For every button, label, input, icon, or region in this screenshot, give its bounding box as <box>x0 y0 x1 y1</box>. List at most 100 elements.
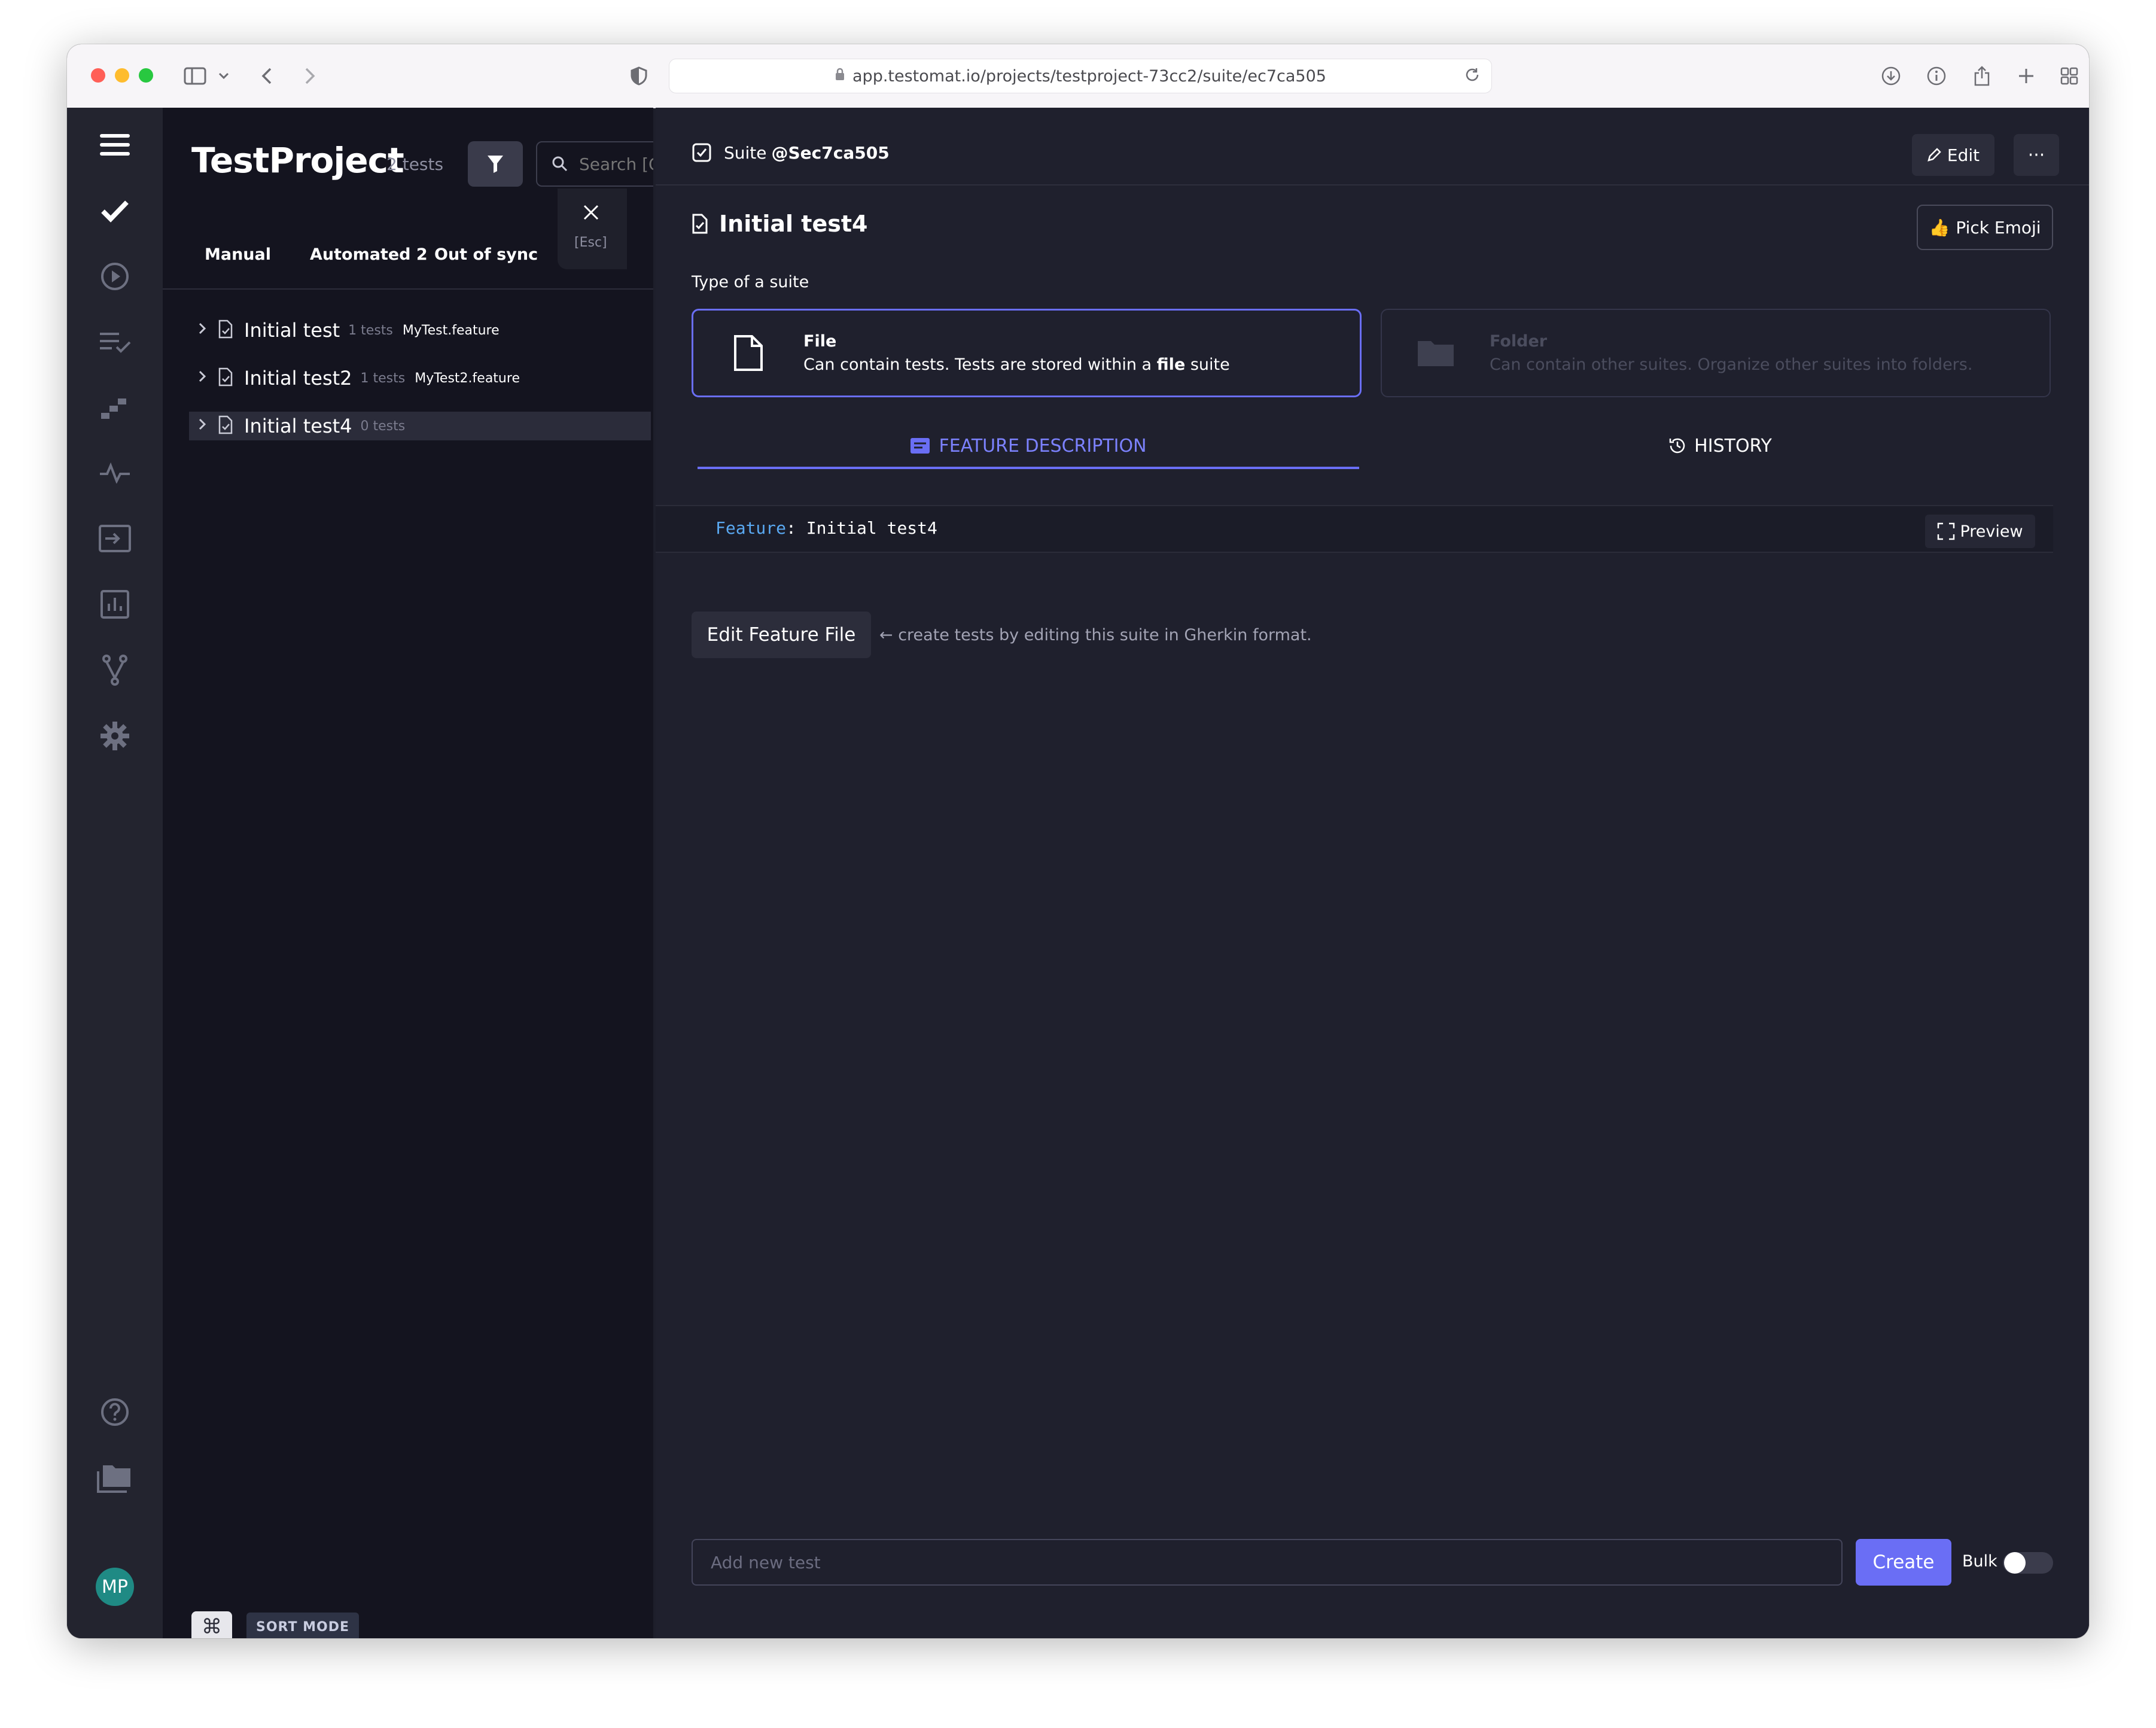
checkbox-icon <box>692 143 711 162</box>
suite-prefix: Suite <box>724 142 767 163</box>
suite-type-file-option[interactable]: File Can contain tests. Tests are stored… <box>692 309 1362 397</box>
edit-label: Edit <box>1947 145 1980 165</box>
tab-history-label: HISTORY <box>1694 435 1772 457</box>
menu-icon[interactable] <box>91 121 139 169</box>
suite-item-initial-test[interactable]: Initial test 1 tests MyTest.feature <box>191 316 500 345</box>
file-check-icon <box>218 320 233 341</box>
share-icon[interactable] <box>1968 62 1996 90</box>
file-check-icon <box>692 214 708 234</box>
suite-item-initial-test4[interactable]: Initial test4 0 tests <box>189 412 651 440</box>
history-icon <box>1669 438 1685 454</box>
project-test-count: 2 tests <box>386 154 444 174</box>
suite-type-label: Type of a suite <box>692 273 809 291</box>
edit-feature-file-button[interactable]: Edit Feature File <box>692 612 871 658</box>
suite-type-folder-option[interactable]: Folder Can contain other suites. Organiz… <box>1381 309 2051 397</box>
tab-out-of-sync[interactable]: Out of sync <box>434 245 538 264</box>
edit-feature-hint: ← create tests by editing this suite in … <box>879 626 1312 644</box>
create-button[interactable]: Create <box>1856 1539 1951 1586</box>
pick-emoji-label: Pick Emoji <box>1956 217 2041 238</box>
tab-manual[interactable]: Manual <box>205 245 271 264</box>
new-tab-icon[interactable] <box>2012 62 2040 90</box>
expand-icon <box>1938 522 1955 540</box>
tab-overview-icon[interactable] <box>2055 62 2083 90</box>
header-divider <box>656 184 2089 185</box>
pencil-icon <box>1927 148 1941 162</box>
browser-toolbar: app.testomat.io/projects/testproject-73c… <box>67 44 2089 108</box>
file-option-title: File <box>803 332 837 351</box>
minimize-window-button[interactable] <box>115 68 129 83</box>
tab-history[interactable]: HISTORY <box>1389 425 2051 467</box>
suite-file: MyTest2.feature <box>415 370 520 386</box>
help-icon[interactable] <box>91 1388 139 1436</box>
tab-feature-description[interactable]: FEATURE DESCRIPTION <box>698 425 1359 469</box>
suite-title-text: Initial test4 <box>719 211 868 237</box>
suite-item-initial-test2[interactable]: Initial test2 1 tests MyTest2.feature <box>191 364 520 393</box>
sort-mode-badge[interactable]: SORT MODE <box>246 1612 360 1638</box>
suite-file: MyTest.feature <box>402 323 500 338</box>
file-icon <box>693 334 803 372</box>
pulse-icon[interactable] <box>91 449 139 497</box>
gherkin-keyword: Feature <box>715 518 787 538</box>
plans-list-icon[interactable] <box>91 318 139 366</box>
search-input[interactable] <box>578 153 653 175</box>
chevron-down-icon[interactable] <box>215 62 232 90</box>
search-icon <box>552 156 568 172</box>
suite-name: Initial test4 <box>244 415 352 437</box>
add-new-test-input[interactable] <box>692 1539 1843 1586</box>
feature-code: Feature: Initial test4 <box>715 518 937 538</box>
folder-option-description: Can contain other suites. Organize other… <box>1490 355 1973 374</box>
gherkin-text: : Initial test4 <box>786 518 937 538</box>
file-option-description: Can contain tests. Tests are stored with… <box>803 355 1230 374</box>
suite-detail-panel: Suite @Sec7ca505 Edit ··· Initial test4 … <box>656 108 2089 1638</box>
lock-icon <box>835 67 845 86</box>
suite-name: Initial test2 <box>244 367 352 390</box>
sidebar-toggle-icon[interactable] <box>181 62 209 90</box>
suite-id[interactable]: @Sec7ca505 <box>772 143 890 163</box>
project-title[interactable]: TestProject <box>191 140 404 181</box>
preview-button[interactable]: Preview <box>1925 515 2035 548</box>
tabs-divider <box>163 288 653 290</box>
chevron-right-icon[interactable] <box>191 417 213 435</box>
tests-check-icon[interactable] <box>91 187 139 235</box>
gear-icon[interactable] <box>91 712 139 760</box>
nav-rail: MP <box>67 108 163 1638</box>
bulk-toggle[interactable] <box>2003 1552 2053 1574</box>
zoom-window-button[interactable] <box>139 68 153 83</box>
runs-play-icon[interactable] <box>91 252 139 300</box>
pick-emoji-button[interactable]: 👍 Pick Emoji <box>1917 205 2053 250</box>
back-icon[interactable] <box>255 62 279 90</box>
filter-icon <box>488 156 503 173</box>
close-panel-button[interactable]: [Esc] <box>558 188 627 269</box>
feature-code-block[interactable]: Feature: Initial test4 Preview <box>656 505 2053 553</box>
address-bar[interactable]: app.testomat.io/projects/testproject-73c… <box>669 59 1492 93</box>
tab-feature-description-label: FEATURE DESCRIPTION <box>939 435 1147 457</box>
chevron-right-icon[interactable] <box>191 321 213 339</box>
download-icon[interactable] <box>1877 62 1905 90</box>
forward-icon[interactable] <box>298 62 322 90</box>
folder-icon <box>1382 337 1490 369</box>
branches-icon[interactable] <box>91 646 139 694</box>
suite-list-panel: TestProject 2 tests Manual Automated 2 O… <box>163 108 653 1638</box>
preview-label: Preview <box>1960 522 2023 541</box>
suite-header: Suite @Sec7ca505 <box>692 142 890 163</box>
esc-hint: [Esc] <box>574 235 607 250</box>
chevron-right-icon[interactable] <box>191 369 213 387</box>
shield-icon[interactable] <box>627 62 651 90</box>
info-icon[interactable] <box>1923 62 1950 90</box>
more-button[interactable]: ··· <box>2014 134 2059 176</box>
steps-icon[interactable] <box>91 383 139 431</box>
suite-count: 1 tests <box>348 323 393 338</box>
edit-button[interactable]: Edit <box>1912 134 1994 176</box>
search-box[interactable] <box>536 141 653 187</box>
import-icon[interactable] <box>91 515 139 562</box>
analytics-icon[interactable] <box>91 580 139 628</box>
command-key-badge[interactable]: ⌘ <box>191 1611 232 1638</box>
browser-window: app.testomat.io/projects/testproject-73c… <box>67 44 2089 1638</box>
close-window-button[interactable] <box>91 68 105 83</box>
sort-mode-bar: ⌘ SORT MODE <box>191 1611 360 1638</box>
filter-button[interactable] <box>468 141 523 187</box>
tab-automated[interactable]: Automated 2 <box>310 245 428 264</box>
avatar[interactable]: MP <box>96 1568 134 1606</box>
projects-folder-icon[interactable] <box>91 1454 139 1502</box>
reload-icon[interactable] <box>1464 66 1481 87</box>
